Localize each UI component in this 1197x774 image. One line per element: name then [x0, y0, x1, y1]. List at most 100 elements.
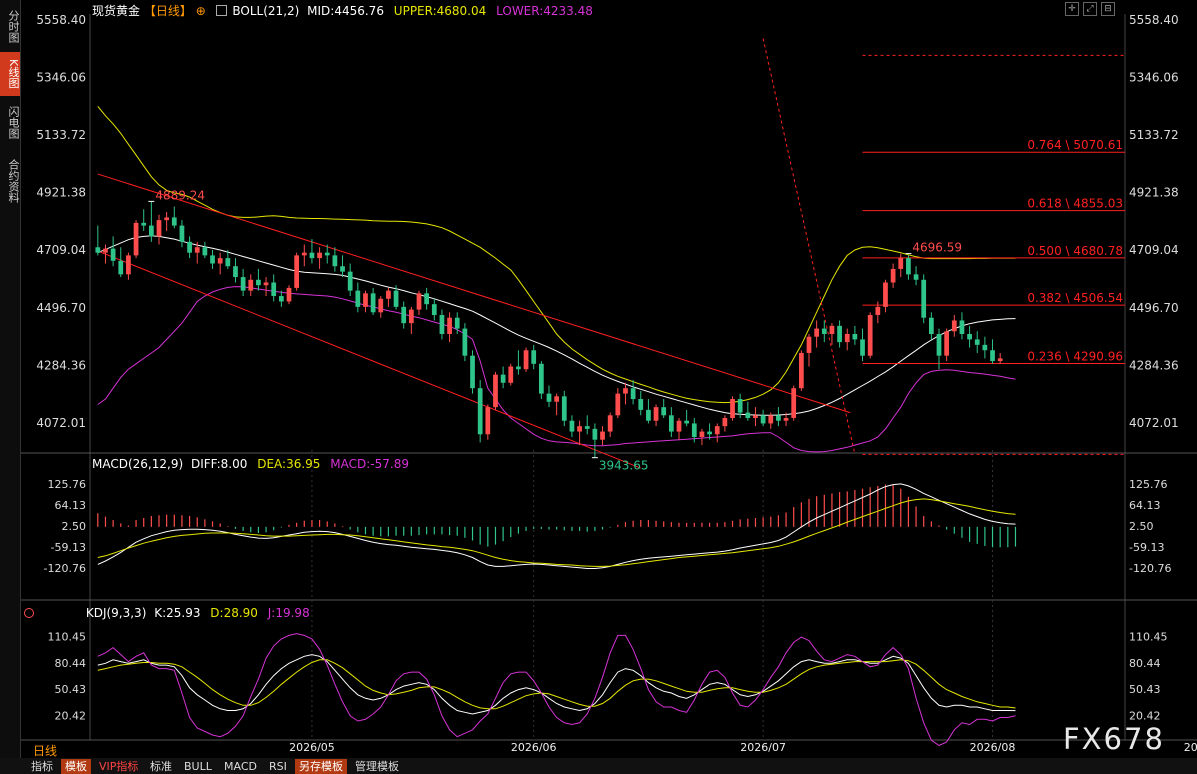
candle-body	[546, 393, 552, 402]
macd-dea: DEA:36.95	[257, 457, 321, 471]
candle-body	[837, 325, 842, 343]
candle-body	[370, 293, 376, 313]
bottom-tab[interactable]: 模板	[61, 759, 91, 774]
candle-body	[653, 407, 659, 421]
chart-canvas[interactable]: 5558.40 5558.40 5346.06 5346.06 5133.72 5133.…	[0, 0, 1197, 774]
sidebar-item-kline[interactable]: K线图	[0, 52, 20, 96]
candle-body	[584, 426, 590, 429]
swing-dashed-line	[762, 38, 856, 455]
candle-body	[821, 328, 827, 334]
candle-body	[363, 293, 368, 307]
candle-body	[217, 258, 223, 264]
candle-body	[944, 331, 950, 356]
kdj-k: K:25.93	[154, 606, 201, 620]
candle-body	[699, 431, 705, 437]
chart-stage[interactable]: 5558.40 5558.40 5346.06 5346.06 5133.72 5133.…	[0, 0, 1197, 774]
candle-body	[164, 217, 170, 221]
candle-body	[967, 333, 972, 340]
candle-body	[171, 217, 177, 226]
y-tick-left: 5133.72	[36, 128, 86, 142]
candle-body	[210, 255, 215, 264]
candle-body	[240, 277, 246, 291]
y-tick-left: 5346.06	[36, 71, 86, 85]
candle-body	[844, 333, 850, 343]
candle-body	[271, 282, 277, 297]
expand-icon[interactable]: ⤢	[1083, 2, 1097, 16]
bottom-tab[interactable]: BULL	[180, 759, 216, 774]
candle-body	[126, 255, 131, 275]
fib-level-label: 0.618 \ 4855.03	[1027, 197, 1123, 211]
candle-body	[668, 415, 674, 432]
boll-lower: LOWER:4233.48	[496, 4, 593, 18]
candle-body	[493, 374, 498, 408]
y-tick-left: 4709.04	[36, 243, 86, 257]
candle-body	[416, 293, 422, 310]
candle-body	[386, 290, 391, 299]
kdj-d: D:28.90	[210, 606, 258, 620]
period-label: 日线	[33, 744, 58, 758]
kdj-y-tick-left: 50.43	[55, 683, 87, 696]
price-annotation: 4696.59	[912, 241, 962, 255]
candle-body	[355, 290, 361, 307]
sidebar-item-lightning[interactable]: 闪电图	[0, 100, 20, 144]
bottom-tab[interactable]: RSI	[265, 759, 291, 774]
bottom-tab[interactable]: 另存模板	[295, 759, 347, 774]
price-annotation: 4889.24	[155, 188, 205, 202]
macd-y-tick-right: -59.13	[1129, 541, 1164, 554]
candle-body	[187, 241, 192, 253]
sidebar-item-contract-info[interactable]: 合约资料	[0, 150, 20, 212]
candle-body	[286, 287, 292, 302]
candle-body	[256, 279, 261, 286]
y-tick-left: 4284.36	[36, 358, 86, 372]
candle-body	[951, 320, 957, 332]
candle-body	[791, 388, 797, 419]
symbol-title: 现货黄金	[92, 4, 141, 18]
bottom-tab[interactable]: 管理模板	[351, 759, 403, 774]
kdj-y-tick-right: 20.42	[1129, 709, 1161, 722]
candle-body	[714, 426, 720, 435]
candle-body	[516, 366, 521, 370]
kdj-y-tick-left: 110.45	[48, 631, 87, 644]
shrink-icon[interactable]: ⊟	[1101, 2, 1115, 16]
crosshair-icon[interactable]: ✛	[1065, 2, 1079, 16]
candle-body	[776, 415, 781, 421]
candle-body	[324, 252, 330, 256]
bottom-tab[interactable]: 指标	[27, 759, 57, 774]
candle-body	[577, 426, 582, 432]
fib-level-label: 0.236 \ 4290.96	[1027, 350, 1123, 364]
boll-icon[interactable]	[215, 5, 227, 16]
bottom-tab[interactable]: VIP指标	[95, 759, 142, 774]
y-tick-right: 4921.38	[1129, 186, 1179, 200]
candle-body	[485, 407, 491, 435]
kdj-d-line	[97, 659, 1016, 710]
kdj-header: KDJ(9,3,3) K:25.93 D:28.90 J:19.98	[24, 606, 310, 620]
candle-body	[684, 420, 690, 424]
candle-body	[454, 317, 460, 329]
channel-lower-line	[97, 250, 641, 469]
kdj-y-tick-left: 80.44	[55, 657, 87, 670]
candle-body	[340, 266, 345, 272]
candle-body	[722, 418, 728, 427]
candle-body	[103, 248, 108, 253]
fib-level-label: 0.764 \ 5070.61	[1027, 138, 1123, 152]
candle-body	[783, 418, 789, 421]
macd-y-tick-right: 2.50	[1129, 520, 1154, 533]
candle-body	[194, 247, 200, 253]
candle-body	[202, 247, 208, 256]
x-tick-label: 2026/07	[740, 741, 786, 754]
boll-label: BOLL(21,2)	[232, 4, 300, 18]
bottom-tab[interactable]: MACD	[220, 759, 261, 774]
bottom-tab[interactable]: 标准	[146, 759, 176, 774]
candle-body	[133, 222, 139, 256]
candle-body	[424, 293, 430, 305]
kdj-title: KDJ(9,3,3)	[85, 606, 147, 620]
indicator-settings-icon[interactable]	[24, 608, 34, 618]
candle-body	[233, 266, 238, 278]
candle-body	[393, 290, 399, 307]
candle-body	[913, 274, 919, 280]
refresh-icon[interactable]: ⊕	[196, 4, 206, 18]
sidebar-item-timeshare[interactable]: 分时图	[0, 4, 20, 48]
candle-body	[798, 352, 804, 389]
candle-body	[852, 333, 858, 340]
y-tick-left: 4496.70	[36, 301, 86, 315]
